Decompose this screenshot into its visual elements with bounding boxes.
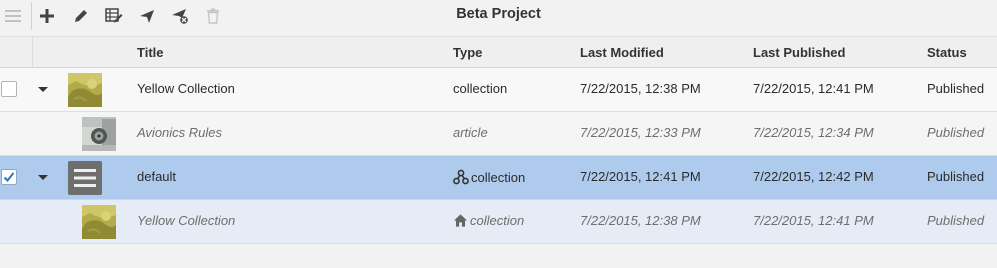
row-type: collection (470, 213, 525, 228)
yellow-collection-thumbnail (82, 205, 116, 239)
column-header-status[interactable]: Status (927, 45, 967, 60)
row-last-published: 7/22/2015, 12:41 PM (753, 213, 874, 228)
row-status: Published (927, 125, 985, 140)
column-header-title[interactable]: Title (137, 45, 164, 60)
column-header-last-modified[interactable]: Last Modified (580, 45, 664, 60)
row-type: article (453, 125, 488, 140)
page-title: Beta Project (456, 6, 541, 22)
row-status: Published (927, 81, 985, 96)
row-title: Yellow Collection (137, 81, 235, 96)
table-row[interactable]: Yellow Collection collection 7/22/2015, … (0, 200, 997, 244)
row-last-published: 7/22/2015, 12:41 PM (753, 81, 874, 96)
network-icon (453, 169, 469, 185)
column-divider (32, 37, 33, 69)
avionics-thumbnail (82, 117, 116, 151)
row-title: Yellow Collection (137, 213, 236, 228)
row-last-modified: 7/22/2015, 12:41 PM (580, 169, 701, 184)
checkmark-icon (3, 172, 15, 182)
default-collection-thumbnail (68, 161, 102, 195)
table-header: Title Type Last Modified Last Published … (0, 36, 997, 69)
table-row[interactable]: default collection 7/22/2015, 12:41 PM 7… (0, 156, 997, 200)
row-checkbox[interactable] (1, 81, 17, 97)
expand-arrow-icon[interactable] (36, 81, 50, 97)
row-type-cell: collection (453, 169, 525, 185)
row-type: collection (471, 170, 526, 185)
row-type-cell: collection (453, 213, 524, 228)
home-icon (453, 214, 468, 227)
table-row[interactable]: Avionics Rules article 7/22/2015, 12:33 … (0, 112, 997, 156)
row-status: Published (927, 169, 985, 184)
column-header-last-published[interactable]: Last Published (753, 45, 845, 60)
row-type: collection (453, 81, 508, 96)
table-row[interactable]: Yellow Collection collection 7/22/2015, … (0, 68, 997, 112)
toolbar: Beta Project (0, 0, 997, 32)
row-checkbox[interactable] (1, 169, 17, 185)
row-last-published: 7/22/2015, 12:42 PM (753, 169, 874, 184)
column-header-type[interactable]: Type (453, 45, 482, 60)
row-title: Avionics Rules (137, 125, 223, 140)
expand-arrow-icon[interactable] (36, 169, 50, 185)
row-status: Published (927, 213, 985, 228)
row-title: default (137, 169, 177, 184)
row-last-modified: 7/22/2015, 12:38 PM (580, 81, 701, 96)
row-last-modified: 7/22/2015, 12:38 PM (580, 213, 701, 228)
row-last-modified: 7/22/2015, 12:33 PM (580, 125, 701, 140)
row-last-published: 7/22/2015, 12:34 PM (753, 125, 874, 140)
yellow-collection-thumbnail (68, 73, 102, 107)
